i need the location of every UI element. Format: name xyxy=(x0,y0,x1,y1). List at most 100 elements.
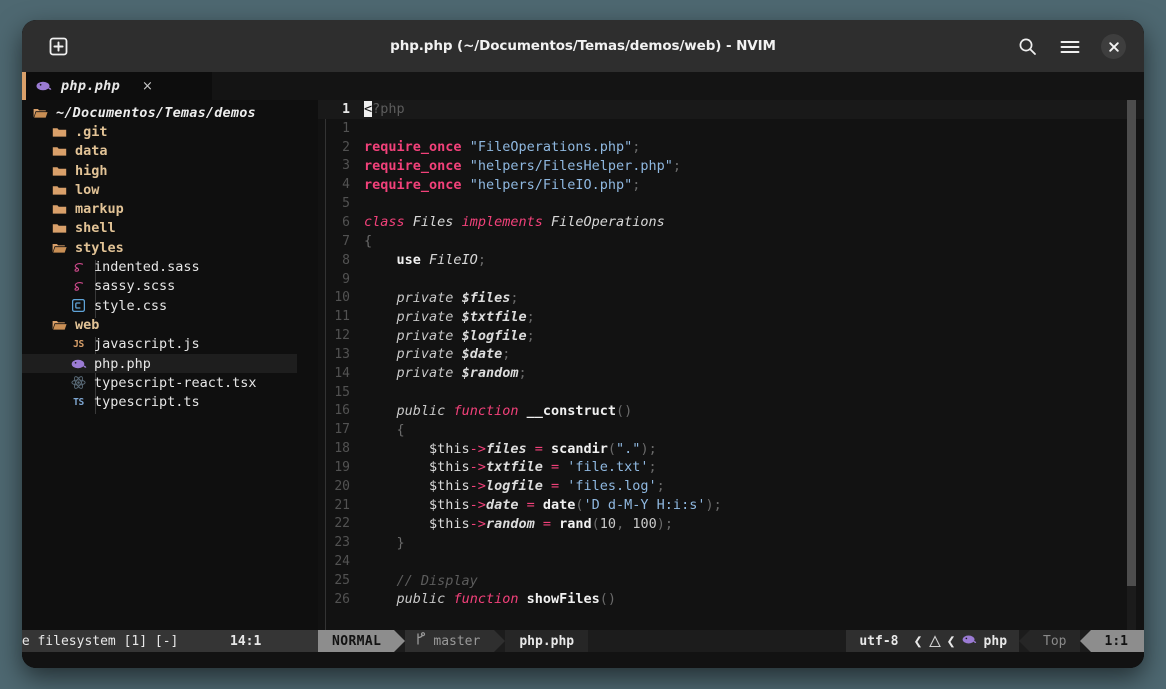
code-view[interactable]: 1 <?php 1 2 require_once "FileOperations.php… xyxy=(318,100,1144,630)
code-line[interactable]: 6 class Files implements FileOperations xyxy=(318,213,1144,232)
code-token: class xyxy=(364,214,405,231)
code-line-text: $this->random = rand(10, 100); xyxy=(364,516,673,532)
code-line[interactable]: 16 public function __construct() xyxy=(318,402,1144,421)
code-token: implements xyxy=(461,214,543,231)
code-line-text: private $date; xyxy=(364,346,511,363)
code-token: logfile xyxy=(485,478,543,495)
code-line[interactable]: 25 // Display xyxy=(318,571,1144,590)
window-title: php.php (~/Documentos/Temas/demos/web) -… xyxy=(390,38,776,54)
code-line[interactable]: 1 <?php xyxy=(318,100,1144,119)
code-line[interactable]: 1 xyxy=(318,119,1144,138)
code-line-text: private $files; xyxy=(364,290,519,306)
code-line[interactable]: 19 $this->txtfile = 'file.txt'; xyxy=(318,458,1144,477)
tree-item-label: styles xyxy=(75,239,124,256)
code-line[interactable]: 13 private $date; xyxy=(318,345,1144,364)
tree-item-data[interactable]: data xyxy=(22,142,297,161)
code-token: -> xyxy=(469,497,486,514)
code-line[interactable]: 23 } xyxy=(318,533,1144,552)
tree-item-javascript-js[interactable]: JS javascript.js xyxy=(22,335,297,354)
status-sep-3 xyxy=(1019,630,1031,652)
scrollbar-thumb[interactable] xyxy=(1127,100,1136,586)
line-number: 17 xyxy=(334,422,350,438)
code-token: rand xyxy=(559,515,592,532)
code-token: = xyxy=(550,478,560,495)
line-number: 9 xyxy=(342,271,350,287)
code-token: , xyxy=(616,515,633,532)
vertical-scrollbar[interactable] xyxy=(1127,100,1136,630)
code-token: ; xyxy=(526,327,535,344)
tree-item-styles[interactable]: styles xyxy=(22,238,297,257)
code-token: public xyxy=(396,402,446,419)
tree-item-php-php[interactable]: php.php xyxy=(22,353,297,374)
line-number: 14 xyxy=(334,365,350,381)
tree-item-typescript-react-tsx[interactable]: typescript-react.tsx xyxy=(22,373,297,392)
tree-item-typescript-ts[interactable]: TS typescript.ts xyxy=(22,392,297,411)
code-line[interactable]: 22 $this->random = rand(10, 100); xyxy=(318,515,1144,534)
title-bar: php.php (~/Documentos/Temas/demos/web) -… xyxy=(22,20,1144,72)
close-icon[interactable] xyxy=(1101,34,1126,59)
code-line[interactable]: 24 xyxy=(318,552,1144,571)
code-token: require_once xyxy=(364,139,462,156)
hamburger-menu-icon[interactable] xyxy=(1058,35,1082,59)
status-sep-4 xyxy=(1079,630,1091,652)
code-line[interactable]: 20 $this->logfile = 'files.log'; xyxy=(318,477,1144,496)
tree-item-style-css[interactable]: style.css xyxy=(22,296,297,315)
tab-php-php[interactable]: php.php × xyxy=(22,72,212,100)
tree-item-low[interactable]: low xyxy=(22,180,297,199)
code-token: ); xyxy=(656,515,673,532)
status-filesystem-position: 14:1 xyxy=(230,633,262,649)
code-line[interactable]: 11 private $txtfile; xyxy=(318,307,1144,326)
tree-item-documentos-temas-demos[interactable]: ~/Documentos/Temas/demos xyxy=(22,103,297,122)
code-token: $this xyxy=(429,478,470,495)
php-elephant-icon xyxy=(36,80,52,92)
code-line[interactable]: 2 require_once "FileOperations.php"; xyxy=(318,138,1144,157)
tree-item-web[interactable]: web xyxy=(22,315,297,334)
code-line[interactable]: 9 xyxy=(318,270,1144,289)
code-line[interactable]: 26 public function showFiles() xyxy=(318,590,1144,609)
code-line[interactable]: 4 require_once "helpers/FileIO.php"; xyxy=(318,175,1144,194)
code-token: txtfile xyxy=(485,459,543,476)
code-token: ); xyxy=(705,497,722,514)
code-line[interactable]: 18 $this->files = scandir("."); xyxy=(318,439,1144,458)
code-line[interactable]: 12 private $logfile; xyxy=(318,326,1144,345)
tab-bar: php.php × xyxy=(22,72,1144,100)
tab-close-icon[interactable]: × xyxy=(142,79,153,94)
folder-open-icon xyxy=(51,319,68,331)
code-line-text: <?php xyxy=(364,101,405,118)
file-tree[interactable]: ~/Documentos/Temas/demos .git data high low m… xyxy=(22,100,297,630)
code-line[interactable]: 14 private $random; xyxy=(318,364,1144,383)
status-chevron-2: ❮ xyxy=(944,630,958,652)
line-number: 6 xyxy=(342,214,350,230)
line-number: 13 xyxy=(334,346,350,362)
status-encoding: utf-8 xyxy=(846,630,912,652)
code-line[interactable]: 3 require_once "helpers/FilesHelper.php"; xyxy=(318,157,1144,176)
code-line[interactable]: 17 { xyxy=(318,420,1144,439)
search-icon[interactable] xyxy=(1015,35,1039,59)
tree-item-high[interactable]: high xyxy=(22,161,297,180)
status-chevron-1: ❮ xyxy=(911,630,925,652)
tree-item-sassy-scss[interactable]: sassy.scss xyxy=(22,277,297,296)
code-line[interactable]: 5 xyxy=(318,194,1144,213)
line-number: 20 xyxy=(334,478,350,494)
code-token: = xyxy=(534,440,543,457)
code-line[interactable]: 21 $this->date = date('D d-M-Y H:i:s'); xyxy=(318,496,1144,515)
code-line[interactable]: 8 use FileIO; xyxy=(318,251,1144,270)
tree-item-markup[interactable]: markup xyxy=(22,199,297,218)
code-line[interactable]: 7{ xyxy=(318,232,1144,251)
tree-item-git[interactable]: .git xyxy=(22,122,297,141)
code-line[interactable]: 15 xyxy=(318,383,1144,402)
tree-item-shell[interactable]: shell xyxy=(22,219,297,238)
code-token: ; xyxy=(502,346,511,363)
code-token: __construct xyxy=(526,402,617,419)
line-number: 12 xyxy=(334,328,350,344)
tree-item-indented-sass[interactable]: indented.sass xyxy=(22,257,297,276)
code-token: 'file.txt' xyxy=(567,459,649,476)
code-token: public xyxy=(396,591,446,608)
status-position: 1:1 xyxy=(1090,630,1144,652)
code-line[interactable]: 10 private $files; xyxy=(318,288,1144,307)
